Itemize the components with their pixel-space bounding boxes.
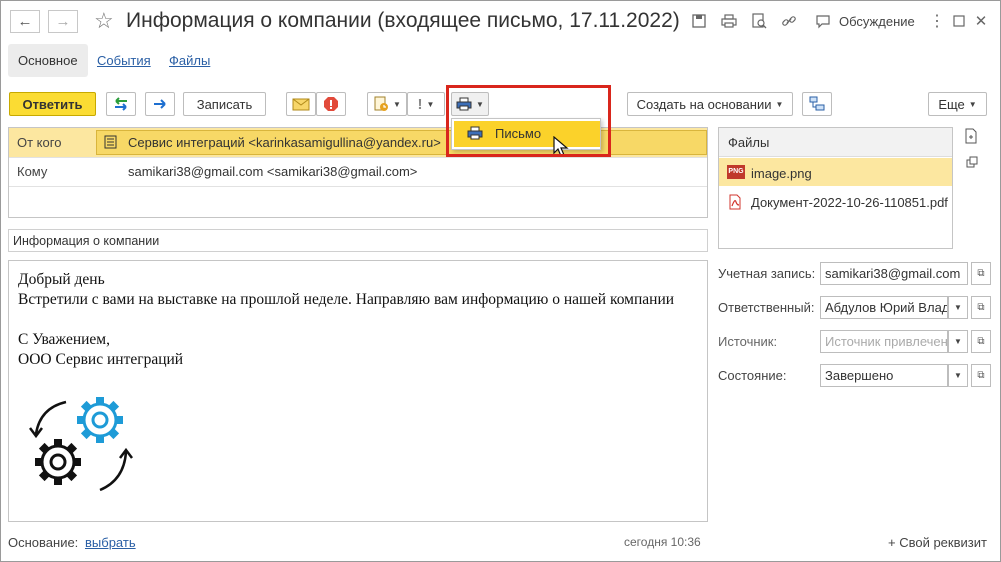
chevron-down-icon: ▼ (968, 99, 977, 109)
row-divider (9, 186, 707, 187)
chevron-down-icon: ▼ (954, 337, 962, 346)
close-icon[interactable]: ✕ (972, 12, 990, 30)
discussion-icon[interactable] (814, 12, 832, 30)
state-field[interactable]: Завершено (820, 364, 948, 387)
gears-logo-image (26, 390, 138, 505)
preview-icon[interactable] (750, 12, 768, 30)
basis-label: Основание: (8, 535, 79, 550)
save-disk-icon[interactable] (690, 12, 708, 30)
create-based-on-button[interactable]: Создать на основании ▼ (627, 92, 793, 116)
file-name: image.png (751, 166, 812, 181)
chevron-down-icon: ▼ (775, 99, 784, 109)
add-file-icon[interactable] (964, 128, 978, 147)
arrow-right-icon: → (55, 13, 71, 30)
hierarchy-icon (809, 96, 825, 111)
open-icon: ⧉ (977, 268, 985, 279)
open-source-button[interactable]: ⧉ (971, 330, 991, 353)
forward-message-button[interactable] (106, 92, 136, 116)
from-label: От кого (17, 135, 62, 150)
more-label: Еще (938, 96, 965, 112)
file-name[interactable]: Документ-2022-10-26-110851.pdf (751, 195, 948, 210)
row-divider (9, 157, 707, 158)
letter-line: С Уважением, (18, 331, 110, 348)
open-responsible-button[interactable]: ⧉ (971, 296, 991, 319)
timestamp: сегодня 10:36 (624, 535, 701, 549)
structure-button[interactable] (802, 92, 832, 116)
forward-button[interactable]: → (48, 10, 78, 33)
mark-read-button[interactable] (286, 92, 316, 116)
responsible-field[interactable]: Абдулов Юрий Влад (820, 296, 948, 319)
chevron-down-icon: ▼ (954, 303, 962, 312)
responsible-dropdown[interactable]: ▼ (948, 296, 968, 319)
priority-button[interactable]: ! ▼ (407, 92, 445, 116)
letter-line: ООО Сервис интеграций (18, 351, 184, 368)
chevron-down-icon: ▼ (954, 371, 962, 380)
maximize-icon[interactable] (950, 12, 968, 30)
state-dropdown[interactable]: ▼ (948, 364, 968, 387)
copy-icon[interactable] (966, 156, 978, 171)
more-vertical-icon[interactable]: ⋮ (928, 12, 946, 30)
window-title: Информация о компании (входящее письмо, … (126, 9, 680, 32)
pdf-file-icon (727, 194, 743, 213)
png-file-icon: PNG (727, 165, 745, 179)
from-value: Сервис интеграций <karinkasamigullina@ya… (128, 135, 441, 150)
create-based-on-label: Создать на основании (636, 96, 772, 112)
tab-files[interactable]: Файлы (159, 44, 220, 77)
arrow-left-icon: ← (17, 13, 33, 30)
discussion-button[interactable]: Обсуждение (839, 14, 915, 29)
source-field[interactable]: Источник привлечен (820, 330, 948, 353)
save-button[interactable]: Записать (183, 92, 266, 116)
reply-button[interactable]: Ответить (9, 92, 96, 116)
attach-file-button[interactable]: ▼ (367, 92, 407, 116)
swap-arrows-icon (115, 97, 127, 111)
contact-card-icon (104, 135, 118, 152)
open-icon: ⧉ (977, 336, 985, 347)
document-clock-icon (374, 96, 389, 111)
favorite-star-icon[interactable]: ☆ (94, 8, 114, 34)
next-button[interactable] (145, 92, 175, 116)
back-button[interactable]: ← (10, 10, 40, 33)
open-icon: ⧉ (977, 370, 985, 381)
chevron-down-icon: ▼ (393, 99, 401, 109)
open-icon: ⧉ (977, 302, 985, 313)
warning-icon (324, 97, 338, 111)
responsible-label: Ответственный: (718, 300, 815, 315)
tab-events[interactable]: События (87, 44, 161, 77)
letter-line: Добрый день (18, 271, 105, 288)
to-label: Кому (17, 164, 48, 179)
arrow-right-icon (154, 99, 166, 109)
subject-field[interactable]: Информация о компании (8, 229, 708, 252)
tab-main[interactable]: Основное (8, 44, 88, 77)
basis-select-link[interactable]: выбрать (85, 535, 136, 550)
importance-button[interactable] (316, 92, 346, 116)
source-label: Источник: (718, 334, 778, 349)
chevron-down-icon: ▼ (426, 99, 435, 109)
print-icon[interactable] (720, 12, 738, 30)
account-field[interactable]: samikari38@gmail.com (820, 262, 968, 285)
add-attribute-link[interactable]: + Свой реквизит (888, 535, 987, 550)
letter-line: Встретили с вами на выставке на прошлой … (18, 291, 675, 308)
open-account-button[interactable]: ⧉ (971, 262, 991, 285)
more-button[interactable]: Еще ▼ (928, 92, 987, 116)
source-dropdown[interactable]: ▼ (948, 330, 968, 353)
account-label: Учетная запись: (718, 266, 816, 281)
envelope-icon (292, 98, 310, 111)
link-icon[interactable] (780, 12, 798, 30)
state-label: Состояние: (718, 368, 787, 383)
open-state-button[interactable]: ⧉ (971, 364, 991, 387)
exclamation-icon: ! (417, 95, 423, 113)
to-value[interactable]: samikari38@gmail.com <samikari38@gmail.c… (128, 164, 417, 179)
files-header: Файлы (728, 135, 770, 150)
highlight-frame (446, 85, 611, 157)
